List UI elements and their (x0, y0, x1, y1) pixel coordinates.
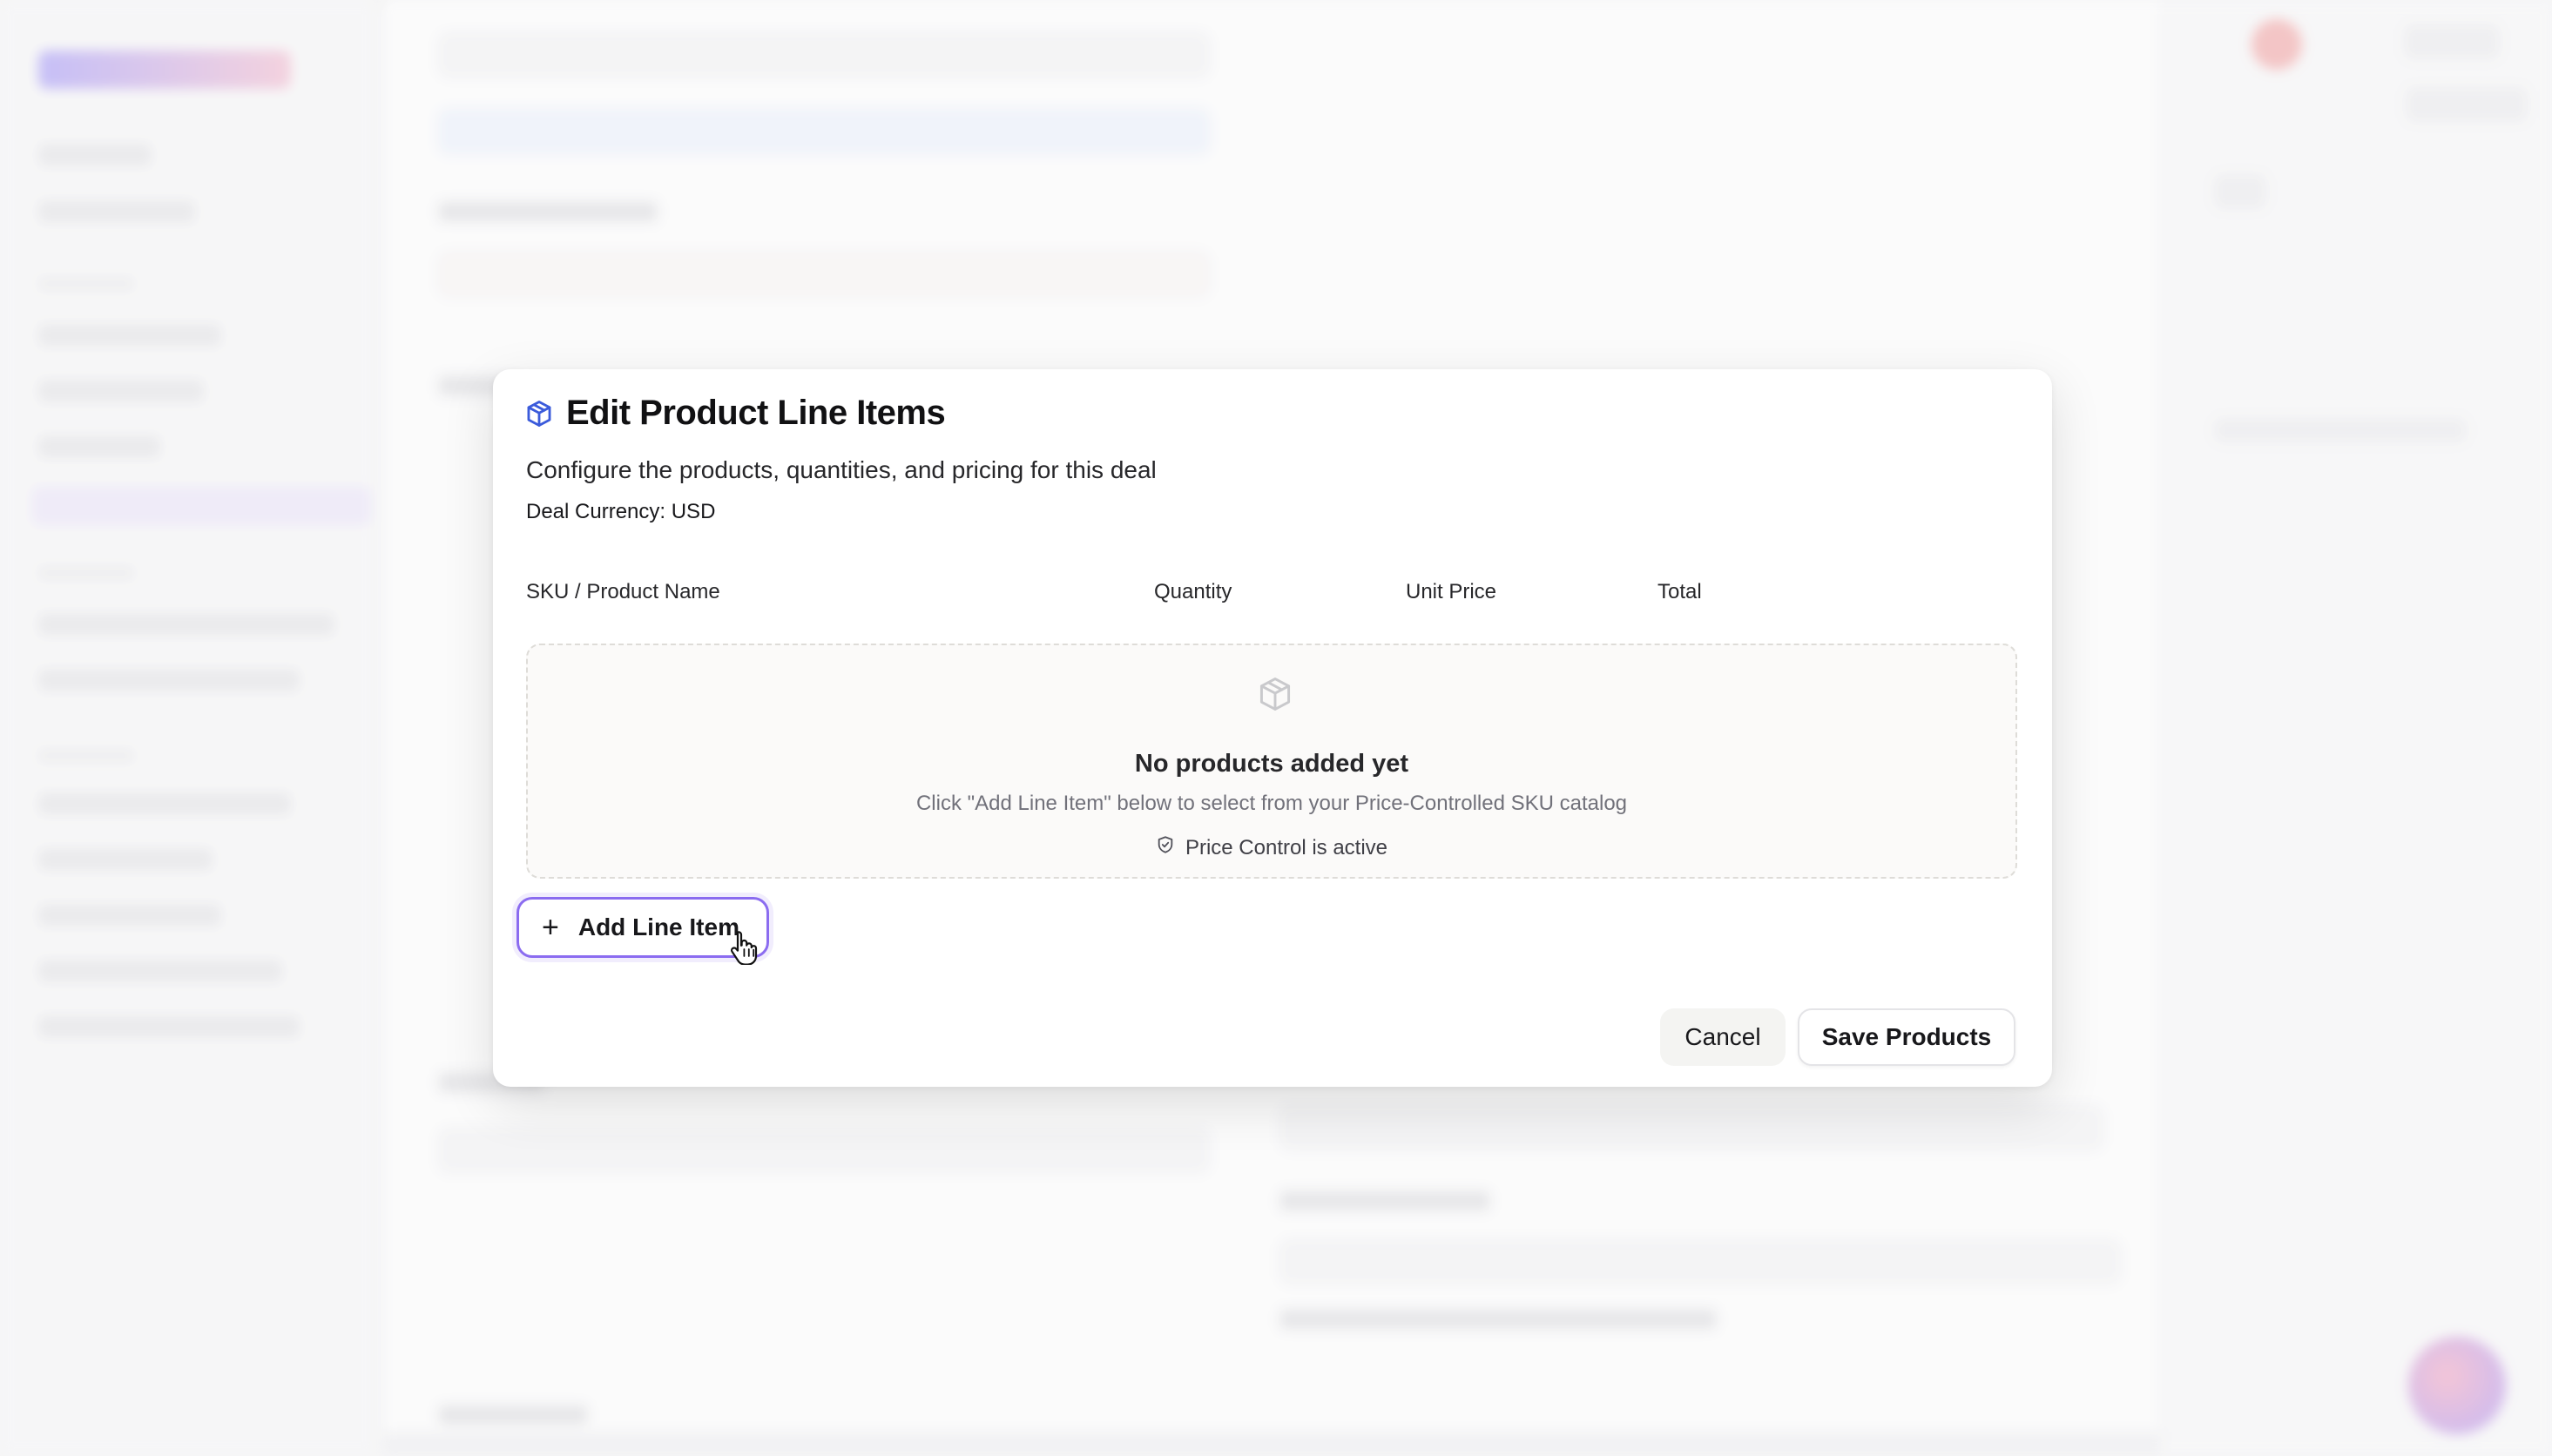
column-header-quantity: Quantity (1154, 580, 1232, 603)
cancel-button[interactable]: Cancel (1660, 1008, 1786, 1066)
empty-state: No products added yet Click "Add Line It… (526, 644, 2017, 879)
price-control-text: Price Control is active (1185, 835, 1388, 859)
shield-check-icon (1156, 835, 1175, 860)
dialog-title: Edit Product Line Items (566, 394, 946, 432)
plus-icon: + (542, 911, 559, 944)
package-icon (524, 399, 554, 428)
empty-state-title: No products added yet (1134, 750, 1409, 778)
price-control-status: Price Control is active (528, 835, 2015, 860)
hand-cursor-icon (730, 930, 760, 969)
package-icon (1256, 675, 1294, 718)
column-header-unit-price: Unit Price (1406, 580, 1497, 603)
deal-currency: Deal Currency: USD (526, 500, 716, 523)
edit-line-items-dialog: Edit Product Line Items Configure the pr… (493, 369, 2052, 1087)
column-header-sku: SKU / Product Name (526, 580, 720, 603)
save-products-button[interactable]: Save Products (1798, 1008, 2015, 1066)
dialog-subtitle: Configure the products, quantities, and … (526, 456, 1157, 483)
add-line-item-label: Add Line Item (577, 913, 739, 940)
column-header-total: Total (1657, 580, 1702, 603)
empty-state-description: Click "Add Line Item" below to select fr… (915, 792, 1628, 815)
dialog-header: Edit Product Line Items (524, 394, 946, 433)
